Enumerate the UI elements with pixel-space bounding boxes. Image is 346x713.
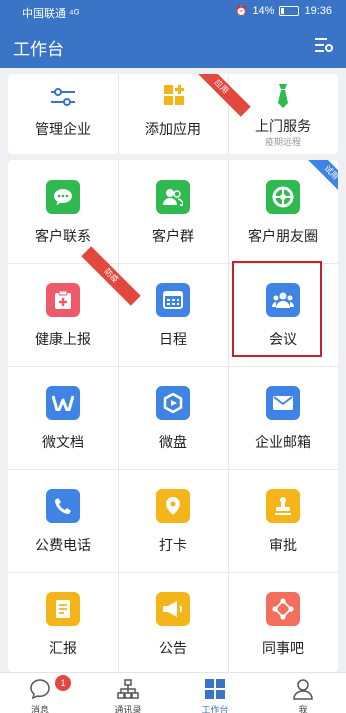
app-micro-doc[interactable]: 微文档 [8, 366, 118, 469]
quick-actions-card: 管理企业 添加应用 应用 上门服务 疫期远程 [8, 74, 338, 154]
highlight-box [232, 261, 322, 357]
tab-label: 我 [298, 705, 308, 713]
alarm-icon: ⏰ [234, 5, 248, 17]
app-label: 企业邮箱 [255, 434, 311, 450]
battery-percent: 14% [252, 5, 275, 17]
page-title: 工作台 [13, 40, 64, 59]
status-right: ⏰ 14% 19:36 [235, 5, 332, 17]
customer-group-icon [156, 180, 190, 214]
app-label: 公费电话 [35, 537, 91, 553]
tab-workbench[interactable]: 工作台 [180, 673, 250, 713]
org-chart-icon [117, 679, 139, 699]
app-customer-group[interactable]: 客户群 [118, 160, 228, 263]
app-customer-moments[interactable]: 客户朋友圈 试用 [228, 160, 338, 263]
tab-label: 工作台 [201, 705, 229, 713]
app-label: 客户联系 [35, 228, 91, 244]
doc-w-icon [46, 386, 80, 420]
grid-icon [205, 679, 225, 699]
app-label: 汇报 [49, 640, 77, 656]
app-label: 同事吧 [262, 640, 304, 656]
clock: 19:36 [304, 5, 332, 17]
tab-label: 通讯录 [114, 705, 142, 713]
tie-icon [278, 84, 288, 108]
mail-icon [266, 386, 300, 420]
add-app-button[interactable]: 添加应用 应用 [118, 74, 251, 154]
onsite-service-button[interactable]: 上门服务 疫期远程 [228, 74, 338, 154]
battery-icon [279, 6, 300, 16]
app-label: 客户朋友圈 [248, 228, 318, 244]
app-company-phone[interactable]: 公费电话 [8, 469, 118, 572]
drive-icon [156, 386, 190, 420]
calendar-icon [156, 283, 190, 317]
app-approval[interactable]: 审批 [228, 469, 338, 572]
stamp-icon [266, 489, 300, 523]
add-app-icon [164, 85, 184, 105]
report-icon [46, 592, 80, 626]
manage-company-button[interactable]: 管理企业 [8, 74, 118, 154]
add-app-label: 添加应用 [145, 121, 201, 137]
location-pin-icon [156, 489, 190, 523]
app-label: 健康上报 [35, 331, 91, 347]
tab-label: 消息 [30, 705, 49, 713]
app-label: 打卡 [159, 537, 187, 553]
tab-contacts[interactable]: 通讯录 [93, 673, 163, 713]
header: 工作台 [0, 22, 346, 68]
ribbon-badge: 试用 [301, 160, 338, 203]
person-icon [293, 679, 313, 700]
unread-badge: 1 [55, 675, 71, 691]
status-bar: 中国联通 ⁴ᴳ ⏰ 14% 19:36 [0, 0, 346, 22]
app-report[interactable]: 汇报 [8, 572, 118, 672]
tab-me[interactable]: 我 [268, 673, 338, 713]
app-label: 公告 [159, 640, 187, 656]
sliders-icon [51, 88, 75, 106]
carrier-label: 中国联通 ⁴ᴳ [22, 8, 80, 20]
chat-bubble-icon [46, 180, 80, 214]
app-health-report[interactable]: 健康上报 防疫 [8, 246, 141, 366]
tab-messages[interactable]: 1 消息 [5, 673, 75, 713]
app-colleague-circle[interactable]: 同事吧 [228, 572, 338, 672]
bottom-tab-bar: 1 消息 通讯录 工作台 我 [0, 672, 346, 713]
app-label: 微文档 [42, 434, 84, 450]
apps-grid: 客户联系 客户群 客户朋友圈 试用 健康上报 防疫 日程 会议 微文档 微盘 企… [8, 160, 338, 672]
app-announcement[interactable]: 公告 [118, 572, 228, 672]
app-label: 日程 [159, 331, 187, 347]
manage-company-label: 管理企业 [35, 121, 91, 137]
app-customer-contact[interactable]: 客户联系 [8, 160, 118, 263]
app-enterprise-mail[interactable]: 企业邮箱 [228, 366, 338, 469]
chat-icon [30, 679, 50, 700]
app-micro-drive[interactable]: 微盘 [118, 366, 228, 469]
settings-list-icon[interactable] [314, 36, 334, 54]
app-label: 微盘 [159, 434, 187, 450]
onsite-service-label: 上门服务 [255, 118, 311, 134]
share-icon [266, 592, 300, 626]
app-label: 客户群 [152, 228, 194, 244]
megaphone-icon [156, 592, 190, 626]
aperture-icon [266, 180, 300, 214]
app-label: 审批 [269, 537, 297, 553]
app-check-in[interactable]: 打卡 [118, 469, 228, 572]
phone-icon [46, 489, 80, 523]
onsite-service-sublabel: 疫期远程 [264, 137, 301, 147]
health-report-icon [46, 283, 80, 317]
app-schedule[interactable]: 日程 [118, 263, 228, 366]
